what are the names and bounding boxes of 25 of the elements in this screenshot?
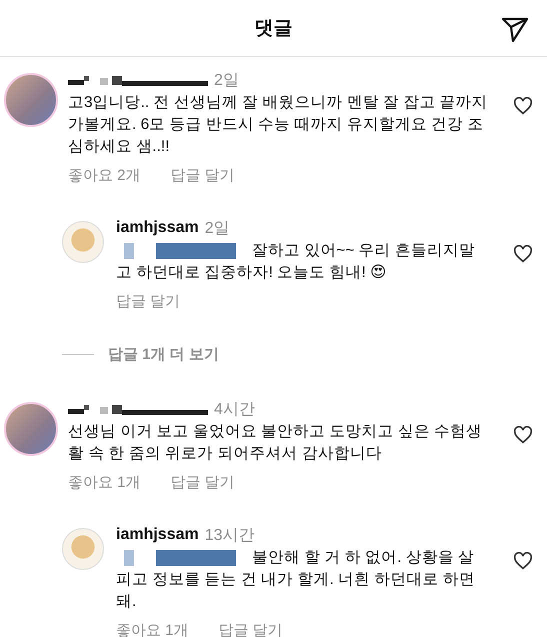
heart-icon[interactable] (513, 426, 533, 444)
avatar-photo-placeholder[interactable] (4, 402, 58, 456)
comment-time: 4시간 (214, 400, 255, 420)
username[interactable]: iamhjssam (116, 219, 199, 237)
heart-icon[interactable] (513, 552, 533, 570)
comment-text: 불안해 할 거 하 없어. 상황을 살피고 정보를 듣는 건 내가 할게. 너흰 하던대로 하면 돼. (116, 548, 476, 612)
comment-text: 고3입니당.. 전 선생님께 잘 배웠으니까 멘탈 잘 잡고 끝까지 가볼게요. 6모 등급 반드시 수능 때까지 유지할게요 건강 조심하세요 샘..!! (68, 93, 488, 157)
likes-count[interactable]: 좋아요 1개 (68, 473, 141, 492)
comment-text: 잘하고 있어~~ 우리 흔들리지말고 하던대로 집중하자! 오늘도 힘내! 😍 (116, 241, 476, 283)
avatar-photo-placeholder[interactable] (4, 73, 58, 127)
reply-link[interactable]: 답글 달기 (218, 621, 283, 637)
send-icon[interactable] (501, 17, 529, 43)
comment-text: 선생님 이거 보고 울었어요 불안하고 도망치고 싶은 수험생활 속 한 줌의 위로가 되어주셔서 감사합니다 (68, 422, 484, 464)
view-replies-link[interactable]: 답글 1개 더 보기 (108, 345, 219, 364)
page-title: 댓글 (254, 17, 292, 41)
username[interactable]: iamhjssam (116, 526, 199, 544)
comment-time: 2일 (214, 70, 239, 90)
reply-link[interactable]: 답글 달기 (170, 473, 235, 492)
comment-time: 13시간 (204, 526, 255, 546)
comment-time: 2일 (204, 218, 230, 238)
heart-icon[interactable] (513, 97, 533, 115)
reply-link[interactable]: 답글 달기 (116, 292, 180, 311)
heart-icon[interactable] (513, 245, 533, 263)
likes-count[interactable]: 좋아요 2개 (68, 166, 141, 185)
reply-link[interactable]: 답글 달기 (170, 166, 235, 185)
